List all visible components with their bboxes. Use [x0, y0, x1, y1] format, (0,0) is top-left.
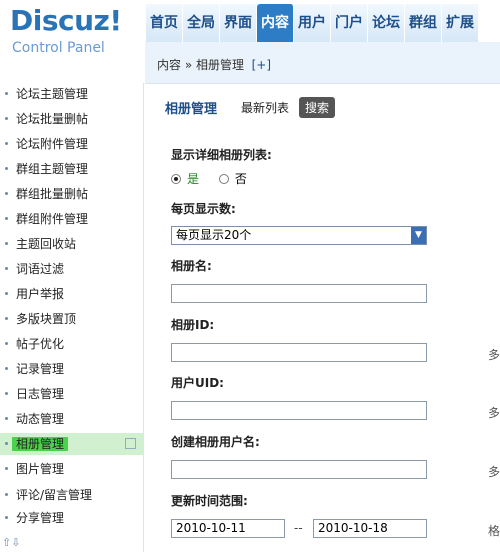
tab-portal[interactable]: 门户 — [331, 4, 368, 42]
sidebar-item-label: 用户举报 — [16, 287, 65, 301]
sidebar-item-word-filter[interactable]: 词语过滤 — [0, 258, 144, 280]
sidebar-item-logs[interactable]: 日志管理 — [0, 383, 144, 405]
sidebar-item-label: 日志管理 — [16, 387, 65, 401]
top-nav: 首页 全局 界面 内容 用户 门户 论坛 群组 扩展 — [146, 4, 479, 42]
tab-content[interactable]: 内容 — [257, 4, 294, 42]
breadcrumb-bar: 内容 » 相册管理 [+] — [145, 42, 500, 84]
detail-list-radios: 是 否 — [171, 170, 247, 187]
add-shortcut-link[interactable]: [+] — [252, 58, 271, 72]
sidebar-item-label: 分享管理 — [16, 511, 65, 525]
sidebar-item-label: 论坛批量删帖 — [16, 112, 89, 126]
sidebar: 论坛主题管理 论坛批量删帖 论坛附件管理 群组主题管理 群组批量删帖 群组附件管… — [0, 83, 144, 552]
main-panel: 内容 » 相册管理 [+] 相册管理 最新列表 搜索 显示详细相册列表: 是 否… — [145, 42, 500, 552]
radio-no-label: 否 — [234, 172, 247, 186]
sidebar-item-label: 群组批量删帖 — [16, 187, 89, 201]
user-uid-label: 用户UID: — [171, 376, 224, 390]
sidebar-item-label: 图片管理 — [16, 462, 65, 476]
tab-users[interactable]: 用户 — [294, 4, 331, 42]
per-page-value: 每页显示20个 — [176, 228, 252, 242]
album-id-input[interactable] — [171, 343, 427, 362]
tab-global[interactable]: 全局 — [183, 4, 220, 42]
sidebar-item-label: 词语过滤 — [16, 262, 65, 276]
sidebar-item-label: 主题回收站 — [16, 237, 77, 251]
album-id-label: 相册ID: — [171, 318, 215, 332]
time-range-hint: 格 — [487, 524, 500, 538]
radio-no[interactable] — [218, 174, 229, 184]
sidebar-item-label: 帖子优化 — [16, 337, 65, 351]
sidebar-item-group-attachments[interactable]: 群组附件管理 — [0, 208, 144, 230]
radio-yes-label: 是 — [187, 172, 200, 186]
sidebar-item-records[interactable]: 记录管理 — [0, 358, 144, 380]
sidebar-item-post-optimize[interactable]: 帖子优化 — [0, 333, 144, 355]
user-uid-input[interactable] — [171, 401, 427, 420]
radio-yes[interactable] — [171, 174, 181, 184]
sidebar-item-group-threads[interactable]: 群组主题管理 — [0, 158, 144, 180]
sidebar-item-label: 记录管理 — [16, 362, 65, 376]
sidebar-item-multi-sticky[interactable]: 多版块置顶 — [0, 308, 144, 330]
breadcrumb-path: 内容 » 相册管理 — [157, 58, 244, 72]
sidebar-item-shares[interactable]: 分享管理 — [0, 507, 144, 529]
sidebar-item-label: 多版块置顶 — [16, 312, 77, 326]
album-name-label: 相册名: — [171, 259, 212, 273]
time-from-input[interactable]: 2010-10-11 — [171, 519, 285, 538]
per-page-select[interactable]: 每页显示20个 ▼ — [171, 226, 427, 245]
creator-hint: 多 — [487, 465, 500, 479]
search-button[interactable]: 搜索 — [299, 97, 336, 118]
date-separator: -- — [294, 521, 303, 535]
sidebar-item-forum-batch-delete[interactable]: 论坛批量删帖 — [0, 108, 144, 130]
sidebar-item-label: 相册管理 — [12, 437, 69, 451]
sidebar-item-albums[interactable]: 相册管理 — [0, 433, 144, 455]
page-title: 相册管理 — [165, 102, 218, 117]
sub-header: 相册管理 最新列表 搜索 — [165, 97, 336, 118]
sidebar-item-pictures[interactable]: 图片管理 — [0, 458, 144, 480]
latest-list-link[interactable]: 最新列表 — [241, 99, 289, 116]
sidebar-item-recycle-bin[interactable]: 主题回收站 — [0, 233, 144, 255]
time-to-input[interactable]: 2010-10-18 — [313, 519, 427, 538]
sidebar-item-label: 群组附件管理 — [16, 212, 89, 226]
tab-forum[interactable]: 论坛 — [368, 4, 405, 42]
detail-list-label: 显示详细相册列表: — [171, 148, 272, 162]
sidebar-item-label: 论坛主题管理 — [16, 87, 89, 101]
breadcrumb: 内容 » 相册管理 [+] — [157, 56, 271, 73]
sidebar-item-forum-threads[interactable]: 论坛主题管理 — [0, 83, 144, 105]
open-new-window-icon[interactable] — [125, 438, 136, 449]
sidebar-item-group-batch-delete[interactable]: 群组批量删帖 — [0, 183, 144, 205]
sidebar-item-user-reports[interactable]: 用户举报 — [0, 283, 144, 305]
user-uid-hint: 多 — [487, 406, 500, 420]
tab-groups[interactable]: 群组 — [405, 4, 442, 42]
tab-home[interactable]: 首页 — [146, 4, 183, 42]
album-name-input[interactable] — [171, 284, 427, 303]
creator-input[interactable] — [171, 460, 427, 479]
sidebar-item-comments[interactable]: 评论/留言管理 — [0, 484, 144, 506]
per-page-label: 每页显示数: — [171, 202, 236, 216]
logo-subtitle: Control Panel — [12, 40, 105, 56]
album-id-hint: 多 — [487, 348, 500, 362]
sidebar-item-label: 动态管理 — [16, 412, 65, 426]
logo-name: Discuz! — [10, 4, 122, 37]
creator-label: 创建相册用户名: — [171, 435, 260, 449]
discuz-logo: Discuz! Control Panel — [10, 4, 145, 60]
header: Discuz! Control Panel 首页 全局 界面 内容 用户 门户 … — [0, 0, 500, 56]
scroll-arrows-icon[interactable]: ⇧⇩ — [2, 536, 20, 549]
tab-extensions[interactable]: 扩展 — [442, 4, 479, 42]
tab-interface[interactable]: 界面 — [220, 4, 257, 42]
sidebar-item-label: 群组主题管理 — [16, 162, 89, 176]
sidebar-item-label: 论坛附件管理 — [16, 137, 89, 151]
sidebar-item-forum-attachments[interactable]: 论坛附件管理 — [0, 133, 144, 155]
sidebar-item-feeds[interactable]: 动态管理 — [0, 408, 144, 430]
time-range-label: 更新时间范围: — [171, 494, 248, 508]
chevron-down-icon: ▼ — [411, 227, 426, 244]
sidebar-item-label: 评论/留言管理 — [16, 488, 93, 502]
